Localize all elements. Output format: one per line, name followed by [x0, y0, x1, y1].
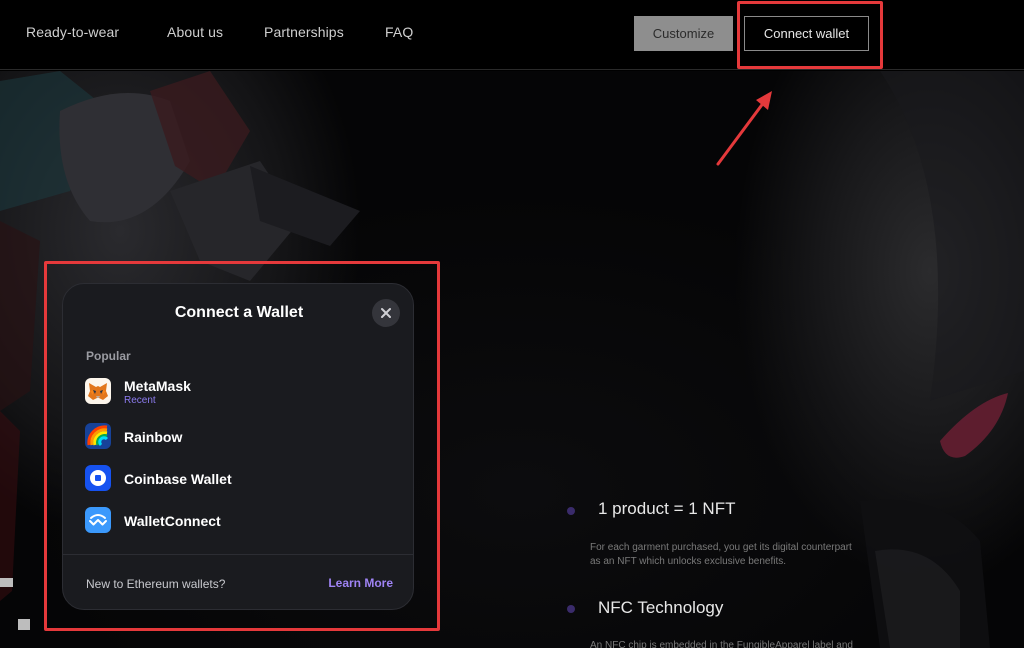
wallet-name: Coinbase Wallet: [124, 471, 232, 487]
nav-link-ready-to-wear[interactable]: Ready-to-wear: [26, 24, 119, 40]
annotation-arrow-icon: [716, 91, 772, 166]
wallet-name: Rainbow: [124, 429, 183, 445]
feature-bullet: [567, 507, 575, 515]
rainbow-icon: [85, 423, 111, 449]
customize-button[interactable]: Customize: [634, 16, 733, 51]
wallet-recent-badge: Recent: [124, 395, 156, 406]
modal-close-button[interactable]: [372, 299, 400, 327]
wallet-option-rainbow[interactable]: Rainbow: [77, 417, 399, 455]
nav-link-partnerships[interactable]: Partnerships: [264, 24, 344, 40]
top-nav: Ready-to-wear About us Partnerships FAQ …: [0, 0, 1024, 70]
nav-link-about-us[interactable]: About us: [167, 24, 223, 40]
connect-wallet-button[interactable]: Connect wallet: [744, 16, 869, 51]
modal-title: Connect a Wallet: [174, 304, 304, 321]
feature-description: For each garment purchased, you get its …: [590, 541, 890, 569]
feature-description-line: An NFC chip is embedded in the FungibleA…: [590, 640, 853, 648]
wallet-option-walletconnect[interactable]: WalletConnect: [77, 501, 399, 539]
modal-footer: New to Ethereum wallets? Learn More: [63, 554, 413, 609]
feature-bullet: [567, 605, 575, 613]
connect-wallet-modal: Connect a Wallet Popular MetaMask Recent: [62, 283, 414, 610]
wallet-option-metamask[interactable]: MetaMask Recent: [77, 372, 399, 410]
decorative-square: [0, 578, 13, 587]
nav-link-faq[interactable]: FAQ: [385, 24, 413, 40]
feature-description: An NFC chip is embedded in the FungibleA…: [590, 639, 890, 648]
section-label-popular: Popular: [86, 349, 131, 363]
wallet-name: WalletConnect: [124, 513, 221, 529]
walletconnect-icon: [85, 507, 111, 533]
wallet-option-coinbase[interactable]: Coinbase Wallet: [77, 459, 399, 497]
feature-title: 1 product = 1 NFT: [598, 499, 736, 518]
coinbase-icon: [85, 465, 111, 491]
learn-more-link[interactable]: Learn More: [328, 576, 393, 590]
metamask-fox-icon: [85, 378, 111, 404]
feature-title: NFC Technology: [598, 598, 724, 617]
footer-text: New to Ethereum wallets?: [86, 577, 226, 591]
wallet-name: MetaMask: [124, 378, 191, 394]
feature-description-line: as an NFT which unlocks exclusive benefi…: [590, 556, 787, 567]
close-icon: [381, 308, 391, 318]
feature-description-line: For each garment purchased, you get its …: [590, 542, 852, 553]
decorative-square: [18, 619, 30, 630]
